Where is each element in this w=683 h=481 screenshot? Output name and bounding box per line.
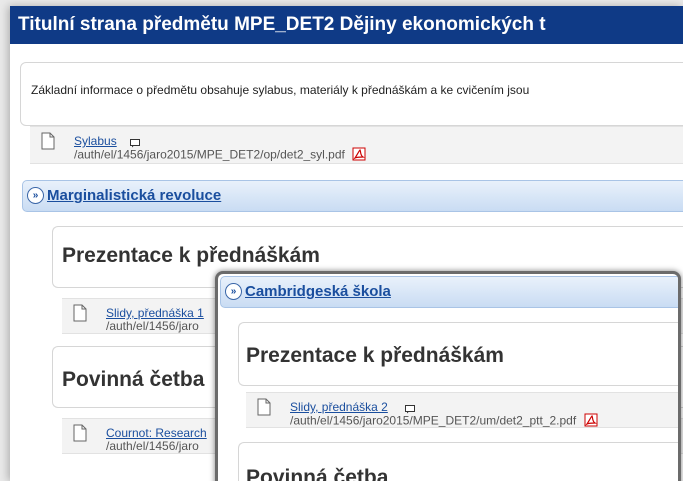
slides-path: /auth/el/1456/jaro — [106, 319, 199, 333]
intro-panel: Základní informace o předmětu obsahuje s… — [20, 62, 683, 126]
section-header-cambridge[interactable]: » Cambridgeská škola — [220, 276, 678, 308]
page-title: Titulní strana předmětu MPE_DET2 Dějiny … — [10, 6, 683, 44]
document-icon — [40, 132, 56, 155]
pdf-icon[interactable] — [584, 413, 598, 430]
syllabus-link[interactable]: Sylabus — [74, 134, 117, 148]
zoom-overlay: » Cambridgeská škola Prezentace k předná… — [215, 271, 681, 481]
syllabus-file-row: Sylabus /auth/el/1456/jaro2015/MPE_DET2/… — [30, 126, 683, 164]
presentations-heading: Prezentace k přednáškám — [62, 244, 320, 267]
syllabus-path: /auth/el/1456/jaro2015/MPE_DET2/op/det2_… — [74, 147, 366, 164]
document-icon — [256, 398, 272, 421]
section-header-marginalism[interactable]: » Marginalistická revoluce — [22, 180, 683, 212]
expand-chevron-icon[interactable]: » — [27, 187, 44, 204]
slides-link[interactable]: Slidy, přednáška 1 — [106, 306, 204, 320]
browser-window: Titulní strana předmětu MPE_DET2 Dějiny … — [10, 6, 683, 481]
slides-link[interactable]: Slidy, přednáška 2 — [290, 400, 388, 414]
document-icon — [72, 424, 88, 447]
reading-path: /auth/el/1456/jaro — [106, 439, 199, 453]
section-title-link[interactable]: Cambridgeská škola — [245, 283, 391, 300]
slides-path: /auth/el/1456/jaro2015/MPE_DET2/um/det2_… — [290, 413, 598, 430]
reading-link[interactable]: Cournot: Research — [106, 426, 207, 440]
expand-chevron-icon[interactable]: » — [225, 283, 242, 300]
slides-file-row: Slidy, přednáška 2 /auth/el/1456/jaro201… — [246, 392, 678, 430]
document-icon — [72, 304, 88, 327]
section-title-link[interactable]: Marginalistická revoluce — [47, 187, 221, 204]
pdf-icon[interactable] — [352, 147, 366, 164]
presentations-heading: Prezentace k přednáškám — [246, 344, 504, 367]
reading-heading: Povinná četba — [246, 466, 389, 481]
reading-heading: Povinná četba — [62, 368, 205, 391]
intro-text: Základní informace o předmětu obsahuje s… — [31, 83, 530, 97]
